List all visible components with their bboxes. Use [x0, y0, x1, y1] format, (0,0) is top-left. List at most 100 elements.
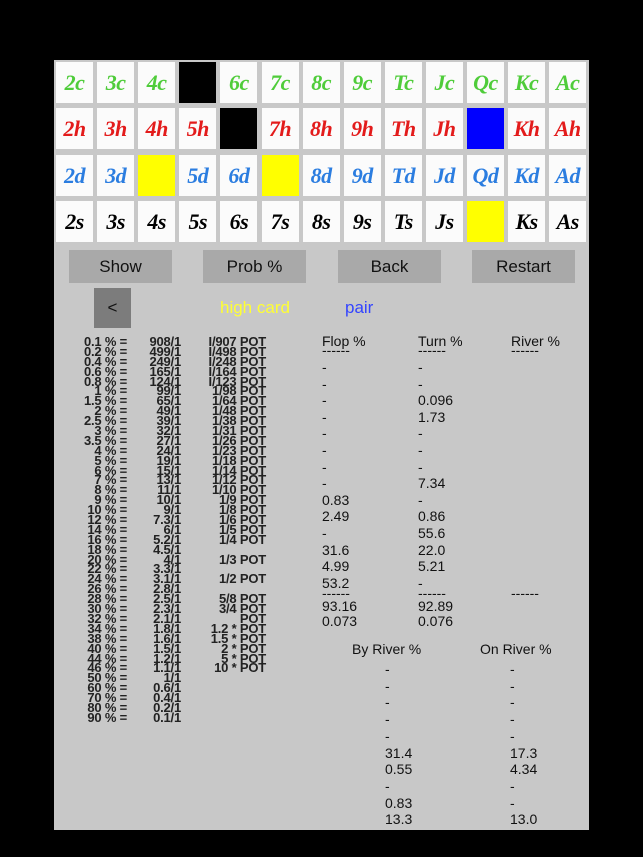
card-2d[interactable]: 2d	[56, 155, 93, 196]
card-slot-selected-yellow[interactable]	[138, 155, 176, 196]
card-6c[interactable]: 6c	[220, 62, 258, 103]
stat-turn: -	[418, 425, 423, 442]
stat-flop: -	[322, 475, 327, 492]
card-5s[interactable]: 5s	[179, 201, 217, 242]
card-Qc[interactable]: Qc	[467, 62, 504, 103]
header-on-river: On River %	[480, 641, 552, 657]
card-label: 7h	[268, 115, 292, 141]
stat-turn: 1.73	[418, 408, 446, 425]
odds-table: 0.1 % = 908/1 I/907 POT 0.2 % = 499/1 I/498 P…	[54, 335, 294, 725]
card-Kh[interactable]: Kh	[508, 108, 546, 149]
card-label: 2h	[63, 115, 86, 141]
card-2s[interactable]: 2s	[56, 201, 93, 242]
card-3c[interactable]: 3c	[97, 62, 135, 103]
card-label: Ks	[515, 208, 538, 234]
stat-turn: 0.86	[418, 508, 446, 525]
card-2h[interactable]: 2h	[56, 108, 93, 149]
card-label: As	[556, 208, 580, 234]
card-slot-selected-black[interactable]	[179, 62, 217, 103]
card-label: Qd	[472, 162, 499, 188]
card-Ts[interactable]: Ts	[384, 201, 422, 242]
card-Th[interactable]: Th	[384, 108, 422, 149]
odds-percent: 90 % =	[87, 709, 127, 725]
card-2c[interactable]: 2c	[56, 62, 93, 103]
restart-button[interactable]: Restart	[472, 250, 575, 283]
card-3s[interactable]: 3s	[97, 201, 135, 242]
card-label: 7c	[270, 69, 290, 95]
card-slot-selected-yellow[interactable]	[467, 201, 504, 242]
card-slot-selected-yellow[interactable]	[261, 155, 299, 196]
separator-river-total: ------	[511, 585, 539, 602]
card-8d[interactable]: 8d	[302, 155, 340, 196]
show-button[interactable]: Show	[69, 250, 172, 283]
stat-flop: 0.83	[322, 491, 350, 508]
stat-flop: -	[322, 458, 327, 475]
separator-river: ------	[511, 342, 539, 358]
card-label: 3d	[105, 162, 127, 188]
card-label: 8d	[310, 162, 333, 188]
header-by-river: By River %	[352, 641, 422, 657]
card-label: 3c	[105, 69, 126, 95]
stat-flop: 31.6	[322, 541, 350, 558]
card-Ah[interactable]: Ah	[549, 108, 587, 149]
card-9d[interactable]: 9d	[343, 155, 381, 196]
card-Td[interactable]: Td	[384, 155, 422, 196]
card-Tc[interactable]: Tc	[384, 62, 422, 103]
card-6d[interactable]: 6d	[220, 155, 258, 196]
card-Ks[interactable]: Ks	[508, 201, 546, 242]
card-5d[interactable]: 5d	[179, 155, 217, 196]
card-8c[interactable]: 8c	[302, 62, 340, 103]
card-Jh[interactable]: Jh	[425, 108, 463, 149]
card-Kc[interactable]: Kc	[508, 62, 546, 103]
previous-arrow-button[interactable]: <	[94, 288, 131, 328]
stat-flop: -	[322, 408, 327, 425]
stat-by-river: -	[385, 727, 390, 744]
card-Jc[interactable]: Jc	[425, 62, 463, 103]
card-9s[interactable]: 9s	[343, 201, 381, 242]
card-3h[interactable]: 3h	[97, 108, 135, 149]
card-8h[interactable]: 8h	[302, 108, 340, 149]
stat-on-river: -	[510, 727, 515, 744]
card-Qd[interactable]: Qd	[467, 155, 504, 196]
prob-percent-button[interactable]: Prob %	[203, 250, 306, 283]
card-4c[interactable]: 4c	[138, 62, 176, 103]
card-Ad[interactable]: Ad	[549, 155, 587, 196]
stat-on-river: 13.0	[510, 811, 538, 828]
odds-pot: 1/4 POT	[218, 531, 266, 547]
card-label: Qc	[473, 69, 498, 95]
stat-by-river: -	[385, 694, 390, 711]
card-Ac[interactable]: Ac	[549, 62, 587, 103]
stat-by-river: 0.55	[385, 761, 413, 778]
card-4h[interactable]: 4h	[138, 108, 176, 149]
card-As[interactable]: As	[549, 201, 587, 242]
card-4s[interactable]: 4s	[138, 201, 176, 242]
stat-by-river: 31.4	[385, 744, 413, 761]
card-7c[interactable]: 7c	[261, 62, 299, 103]
card-9c[interactable]: 9c	[343, 62, 381, 103]
back-button[interactable]: Back	[338, 250, 441, 283]
card-8s[interactable]: 8s	[302, 201, 340, 242]
card-slot-selected-blue[interactable]	[467, 108, 504, 149]
card-5h[interactable]: 5h	[179, 108, 217, 149]
card-3d[interactable]: 3d	[97, 155, 135, 196]
legend-pair: pair	[345, 298, 374, 317]
card-7h[interactable]: 7h	[261, 108, 299, 149]
odds-ratio: 0.1/1	[153, 709, 181, 725]
stat-turn: -	[418, 491, 423, 508]
card-Js[interactable]: Js	[425, 201, 463, 242]
stat-turn: 22.0	[418, 541, 446, 558]
card-Kd[interactable]: Kd	[508, 155, 546, 196]
card-Jd[interactable]: Jd	[425, 155, 463, 196]
odds-row: 90 % = 0.1/1	[54, 709, 294, 725]
stat-flop: -	[322, 442, 327, 458]
stat-turn: 0.096	[418, 392, 454, 409]
card-6s[interactable]: 6s	[220, 201, 258, 242]
stat-by-river: -	[385, 711, 390, 728]
card-grid: 2c 3c 4c 6c 7c 8c 9c Tc Jc Qc Kc Ac 2h 3h 4h 5h 7h 8h 9h Th…	[54, 60, 589, 244]
card-9h[interactable]: 9h	[343, 108, 381, 149]
card-7s[interactable]: 7s	[261, 201, 299, 242]
stat-flop: 2.49	[322, 508, 350, 525]
stat-turn: -	[418, 359, 423, 375]
card-label: 6c	[229, 69, 249, 95]
card-slot-selected-black[interactable]	[220, 108, 258, 149]
